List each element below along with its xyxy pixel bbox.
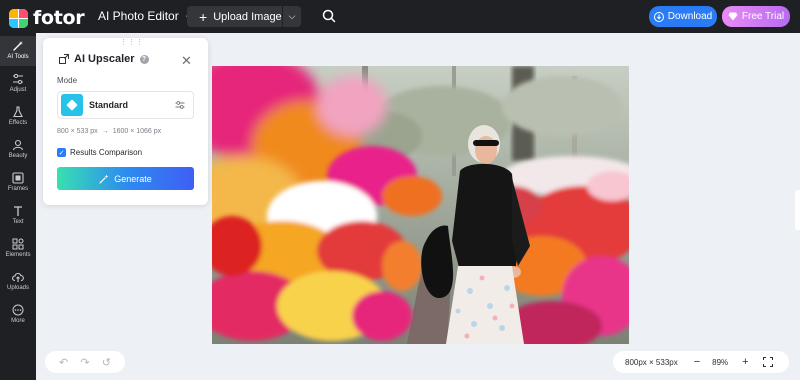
comparison-checkbox[interactable]: ✓ xyxy=(57,148,66,157)
top-bar: fotor AI Photo Editor ⌵ + Upload Image ⌵… xyxy=(0,0,800,33)
upscale-icon xyxy=(59,54,69,64)
generate-button[interactable]: Generate xyxy=(57,167,194,190)
sidebar-item-text[interactable]: Text xyxy=(0,201,36,231)
logo-text: fotor xyxy=(33,7,85,29)
zoom-level[interactable]: 89% xyxy=(712,358,728,367)
editor-menu-label: AI Photo Editor xyxy=(98,9,179,23)
sidebar-item-label: Frames xyxy=(7,186,29,192)
panel-title: AI Upscaler xyxy=(74,53,135,65)
download-button[interactable]: Download xyxy=(649,6,717,27)
sidebar-item-ai-tools[interactable]: AI Tools xyxy=(0,36,36,66)
sidebar-item-uploads[interactable]: Uploads xyxy=(0,267,36,297)
magic-wand-icon xyxy=(99,174,109,184)
sidebar-item-label: AI Tools xyxy=(7,54,29,60)
face-icon xyxy=(12,139,24,151)
photo-canvas[interactable] xyxy=(212,66,629,344)
comparison-label: Results Comparison xyxy=(70,148,143,157)
sidebar-item-label: Text xyxy=(12,219,24,225)
reset-icon[interactable]: ↺ xyxy=(102,356,111,369)
ai-upscaler-panel: ⋮⋮⋮ AI Upscaler ? ✕ Mode Standard 800 × … xyxy=(43,38,208,205)
magic-wand-icon xyxy=(13,41,23,51)
upload-image-label: Upload Image xyxy=(213,10,282,23)
generate-label: Generate xyxy=(114,173,152,184)
settings-sliders-icon[interactable] xyxy=(175,100,185,110)
zoom-out-icon[interactable]: − xyxy=(694,356,700,368)
sidebar-item-effects[interactable]: Effects xyxy=(0,102,36,132)
left-toolbar: AI Tools Adjust Effects Beauty Frames Te… xyxy=(0,33,36,380)
sidebar-item-more[interactable]: More xyxy=(0,300,36,330)
sidebar-item-label: Elements xyxy=(5,252,31,258)
close-icon[interactable]: ✕ xyxy=(181,53,192,69)
sidebar-item-adjust[interactable]: Adjust xyxy=(0,69,36,99)
target-size: 1600 × 1066 px xyxy=(112,128,162,135)
sidebar-item-label: Uploads xyxy=(6,285,29,291)
sidebar-item-label: Effects xyxy=(8,120,28,126)
history-controls: ↶ ↷ ↺ xyxy=(45,351,125,373)
upload-dropdown-button[interactable]: ⌵ xyxy=(283,6,301,27)
upload-cloud-icon xyxy=(12,272,24,282)
sidebar-item-frames[interactable]: Frames xyxy=(0,168,36,198)
right-panel-toggle[interactable] xyxy=(795,190,800,230)
flask-icon xyxy=(13,106,23,118)
redo-icon[interactable]: ↷ xyxy=(80,356,89,369)
elements-icon xyxy=(12,238,24,250)
standard-mode-icon xyxy=(61,94,83,116)
mode-label: Mode xyxy=(57,76,78,85)
sidebar-item-elements[interactable]: Elements xyxy=(0,234,36,264)
mode-value: Standard xyxy=(89,100,129,110)
drag-handle[interactable]: ⋮⋮⋮ xyxy=(120,39,143,46)
panel-header: AI Upscaler ? xyxy=(59,53,149,65)
chevron-down-icon: ⌵ xyxy=(288,11,296,21)
sidebar-item-beauty[interactable]: Beauty xyxy=(0,135,36,165)
zoom-controls: 800px × 533px − 89% + xyxy=(613,351,789,373)
download-icon xyxy=(653,11,664,22)
size-conversion: 800 × 533 px → 1600 × 1066 px xyxy=(57,128,161,135)
undo-icon[interactable]: ↶ xyxy=(59,356,68,369)
arrow-right-icon: → xyxy=(101,128,109,135)
upload-image-button[interactable]: + Upload Image xyxy=(187,6,282,27)
sidebar-item-label: More xyxy=(11,318,25,324)
canvas-size: 800px × 533px xyxy=(625,357,678,367)
more-icon xyxy=(12,304,24,316)
original-size: 800 × 533 px xyxy=(57,128,98,135)
free-trial-button[interactable]: Free Trial xyxy=(722,6,790,27)
frame-icon xyxy=(12,172,24,184)
search-icon[interactable] xyxy=(322,9,336,23)
text-icon xyxy=(14,206,22,216)
sidebar-item-label: Beauty xyxy=(8,153,28,159)
results-comparison-option[interactable]: ✓ Results Comparison xyxy=(57,148,142,157)
download-label: Download xyxy=(667,11,713,22)
fotor-logo-icon xyxy=(9,8,28,28)
free-trial-label: Free Trial xyxy=(741,11,785,22)
help-icon[interactable]: ? xyxy=(139,54,149,64)
editor-menu[interactable]: AI Photo Editor ⌵ xyxy=(98,9,193,23)
flower-garden-photo xyxy=(212,66,629,344)
fit-screen-icon[interactable] xyxy=(762,357,773,367)
fotor-logo[interactable]: fotor xyxy=(9,7,85,29)
diamond-icon xyxy=(728,12,738,21)
sliders-icon xyxy=(13,73,23,85)
plus-icon: + xyxy=(199,8,208,25)
zoom-in-icon[interactable]: + xyxy=(742,356,748,368)
mode-selector[interactable]: Standard xyxy=(57,91,194,119)
sidebar-item-label: Adjust xyxy=(9,87,27,93)
